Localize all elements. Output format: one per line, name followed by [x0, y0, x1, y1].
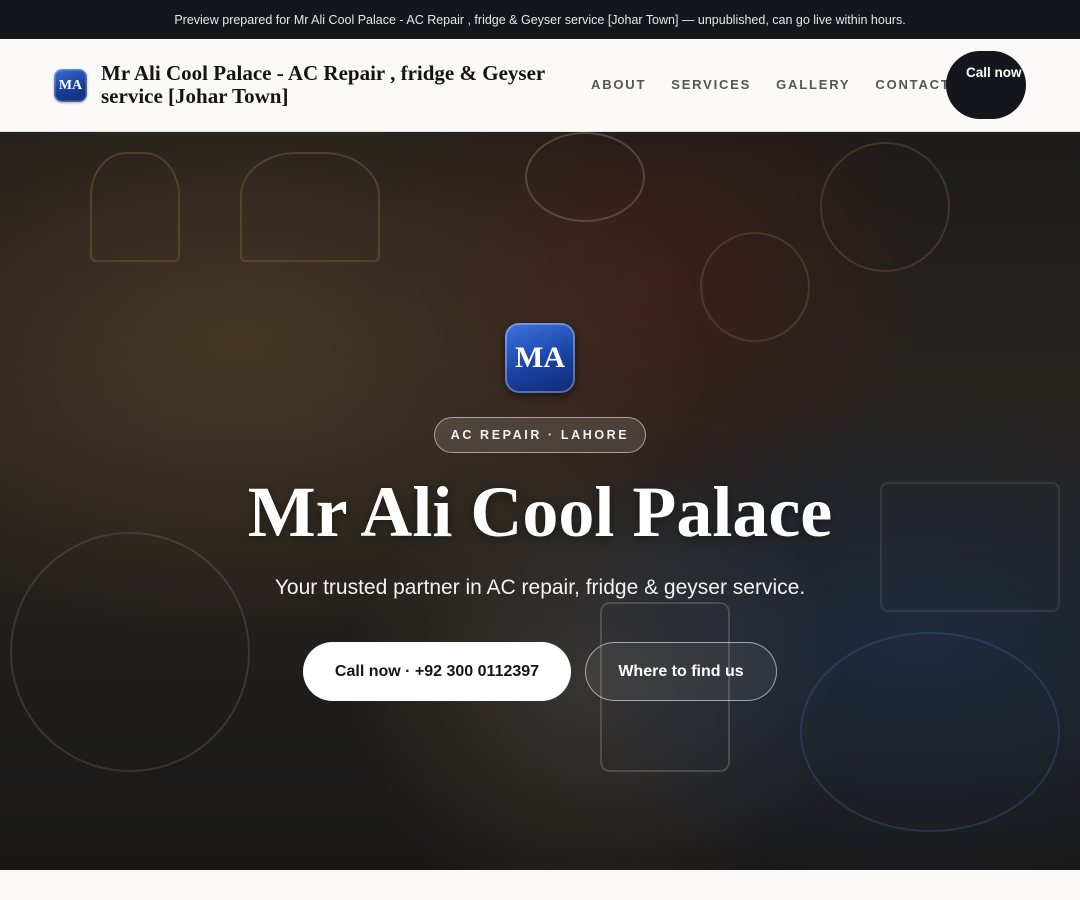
hero-eyebrow-badge: AC REPAIR · LAHORE: [434, 417, 646, 453]
logo-badge[interactable]: MA: [54, 69, 87, 102]
hero-subtitle: Your trusted partner in AC repair, fridg…: [274, 576, 806, 599]
preview-banner: Preview prepared for Mr Ali Cool Palace …: [0, 0, 1080, 39]
call-now-button[interactable]: Call now: [946, 51, 1026, 119]
main-nav: ABOUT SERVICES GALLERY CONTACT: [591, 77, 976, 92]
site-header: MA Mr Ali Cool Palace - AC Repair , frid…: [0, 39, 1080, 132]
find-us-button[interactable]: Where to find us: [585, 642, 777, 701]
call-now-phone-button[interactable]: Call now · +92 300 0112397: [303, 642, 571, 701]
next-section: [0, 870, 1080, 900]
nav-gallery[interactable]: GALLERY: [776, 77, 850, 92]
nav-about[interactable]: ABOUT: [591, 77, 646, 92]
nav-services[interactable]: SERVICES: [671, 77, 751, 92]
hero-logo: MA: [505, 323, 575, 393]
hero-title: Mr Ali Cool Palace: [247, 472, 833, 552]
brand-name[interactable]: Mr Ali Cool Palace - AC Repair , fridge …: [101, 62, 591, 108]
nav-contact[interactable]: CONTACT: [875, 77, 950, 92]
hero-section: MA AC REPAIR · LAHORE Mr Ali Cool Palace…: [0, 132, 1080, 870]
preview-banner-text: Preview prepared for Mr Ali Cool Palace …: [174, 12, 906, 27]
